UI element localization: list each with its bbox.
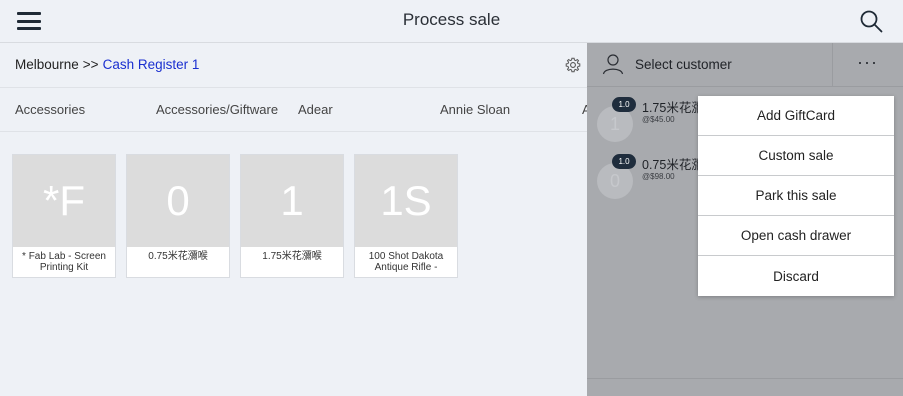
breadcrumb-location: Melbourne bbox=[15, 57, 79, 72]
gear-icon[interactable] bbox=[565, 57, 581, 73]
top-bar: Process sale bbox=[0, 0, 903, 43]
divider bbox=[832, 43, 833, 87]
more-options-icon[interactable]: ··· bbox=[857, 53, 878, 71]
category-annie-sloan[interactable]: Annie Sloan bbox=[440, 102, 510, 117]
select-customer-button[interactable]: Select customer bbox=[635, 57, 732, 72]
quantity-badge: 1.0 bbox=[612, 154, 636, 169]
product-initials: 1S bbox=[355, 155, 457, 247]
more-options-menu: Add GiftCard Custom sale Park this sale … bbox=[698, 96, 894, 296]
product-name: 1.75米花瀰喉 bbox=[262, 251, 322, 262]
breadcrumb-bar: Melbourne >> Cash Register 1 bbox=[0, 43, 587, 88]
product-tile[interactable]: *F * Fab Lab - Screen Printing Kit bbox=[12, 154, 116, 278]
line-price: @$98.00 bbox=[642, 172, 675, 181]
breadcrumb-separator: >> bbox=[82, 57, 99, 72]
product-name: 0.75米花瀰喉 bbox=[148, 251, 208, 262]
park-sale-menu-item[interactable]: Park this sale bbox=[698, 176, 894, 216]
product-name: * Fab Lab - Screen Printing Kit bbox=[22, 251, 106, 273]
category-accessories-giftware[interactable]: Accessories/Giftware bbox=[156, 102, 278, 117]
product-initials: 0 bbox=[127, 155, 229, 247]
line-name: 1.75米花瀰 bbox=[642, 101, 704, 115]
discard-menu-item[interactable]: Discard bbox=[698, 256, 894, 296]
add-giftcard-menu-item[interactable]: Add GiftCard bbox=[698, 96, 894, 136]
line-price: @$45.00 bbox=[642, 115, 675, 124]
customer-bar: Select customer ··· bbox=[587, 43, 903, 87]
person-icon[interactable] bbox=[602, 53, 624, 75]
breadcrumb: Melbourne >> Cash Register 1 bbox=[15, 57, 199, 72]
breadcrumb-register[interactable]: Cash Register 1 bbox=[103, 57, 200, 72]
category-accessories[interactable]: Accessories bbox=[15, 102, 85, 117]
product-name: 100 Shot Dakota Antique Rifle - bbox=[368, 251, 444, 273]
custom-sale-menu-item[interactable]: Custom sale bbox=[698, 136, 894, 176]
open-cash-drawer-menu-item[interactable]: Open cash drawer bbox=[698, 216, 894, 256]
line-name: 0.75米花瀰 bbox=[642, 158, 704, 172]
category-adear[interactable]: Adear bbox=[298, 102, 333, 117]
product-tile[interactable]: 1 1.75米花瀰喉 bbox=[240, 154, 344, 278]
product-initials: *F bbox=[13, 155, 115, 247]
category-bar: Accessories Accessories/Giftware Adear A… bbox=[0, 88, 587, 132]
divider bbox=[587, 378, 903, 379]
product-tile[interactable]: 0 0.75米花瀰喉 bbox=[126, 154, 230, 278]
search-icon[interactable] bbox=[859, 9, 883, 33]
product-tile[interactable]: 1S 100 Shot Dakota Antique Rifle - bbox=[354, 154, 458, 278]
product-initials: 1 bbox=[241, 155, 343, 247]
page-title: Process sale bbox=[402, 10, 501, 29]
quantity-badge: 1.0 bbox=[612, 97, 636, 112]
